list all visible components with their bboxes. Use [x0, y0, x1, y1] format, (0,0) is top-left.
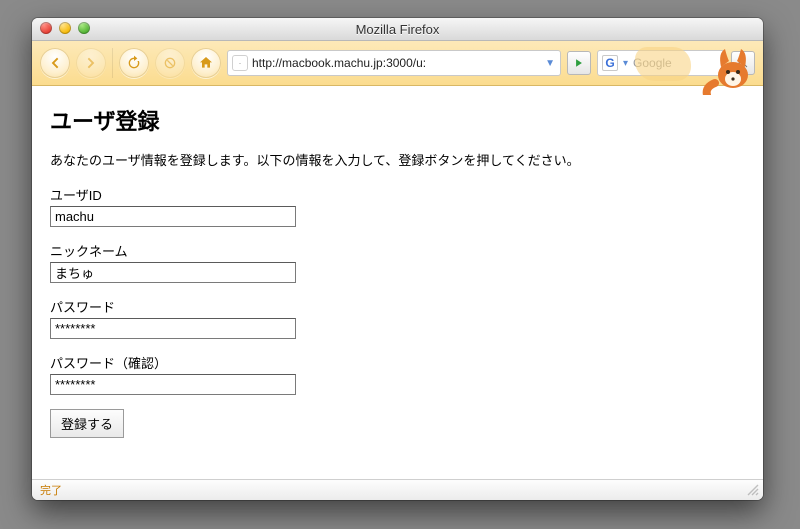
toolbar: · http://macbook.machu.jp:3000/u: ▼ G ▾ …	[32, 41, 763, 86]
back-button[interactable]	[40, 48, 70, 78]
stop-button[interactable]	[155, 48, 185, 78]
field-nickname: ニックネーム	[50, 241, 745, 283]
browser-window: Mozilla Firefox · http://macbook.mac	[32, 18, 763, 500]
reload-button[interactable]	[119, 48, 149, 78]
label-password-confirm: パスワード（確認）	[50, 353, 745, 372]
status-bar: 完了	[32, 479, 763, 500]
address-bar-text: http://macbook.machu.jp:3000/u:	[252, 56, 540, 70]
field-password: パスワード	[50, 297, 745, 339]
status-text: 完了	[40, 482, 62, 498]
search-engine-dropdown-icon[interactable]: ▾	[622, 58, 629, 69]
search-placeholder: Google	[633, 56, 720, 70]
window-controls	[40, 22, 90, 34]
zoom-window-button[interactable]	[78, 22, 90, 34]
search-engine-icon[interactable]: G	[602, 55, 618, 71]
address-dropdown-icon[interactable]: ▼	[544, 58, 556, 69]
submit-button[interactable]: 登録する	[50, 409, 124, 438]
toolbar-separator	[112, 48, 113, 78]
resize-grip-icon[interactable]	[746, 483, 760, 497]
page-intro: あなたのユーザ情報を登録します。以下の情報を入力して、登録ボタンを押してください…	[50, 150, 745, 169]
page-heading: ユーザ登録	[50, 104, 745, 136]
label-password: パスワード	[50, 297, 745, 316]
go-button[interactable]	[567, 51, 591, 75]
close-window-button[interactable]	[40, 22, 52, 34]
field-password-confirm: パスワード（確認）	[50, 353, 745, 395]
search-bar[interactable]: G ▾ Google	[597, 50, 725, 76]
label-user-id: ユーザID	[50, 185, 745, 204]
input-nickname[interactable]	[50, 262, 296, 283]
search-button[interactable]	[731, 51, 755, 75]
input-password-confirm[interactable]	[50, 374, 296, 395]
input-user-id[interactable]	[50, 206, 296, 227]
window-title: Mozilla Firefox	[32, 22, 763, 37]
address-bar[interactable]: · http://macbook.machu.jp:3000/u: ▼	[227, 50, 561, 76]
site-favicon: ·	[232, 55, 248, 71]
home-button[interactable]	[191, 48, 221, 78]
forward-button[interactable]	[76, 48, 106, 78]
input-password[interactable]	[50, 318, 296, 339]
minimize-window-button[interactable]	[59, 22, 71, 34]
field-user-id: ユーザID	[50, 185, 745, 227]
label-nickname: ニックネーム	[50, 241, 745, 260]
page-content: ユーザ登録 あなたのユーザ情報を登録します。以下の情報を入力して、登録ボタンを押…	[32, 86, 763, 479]
titlebar: Mozilla Firefox	[32, 18, 763, 41]
